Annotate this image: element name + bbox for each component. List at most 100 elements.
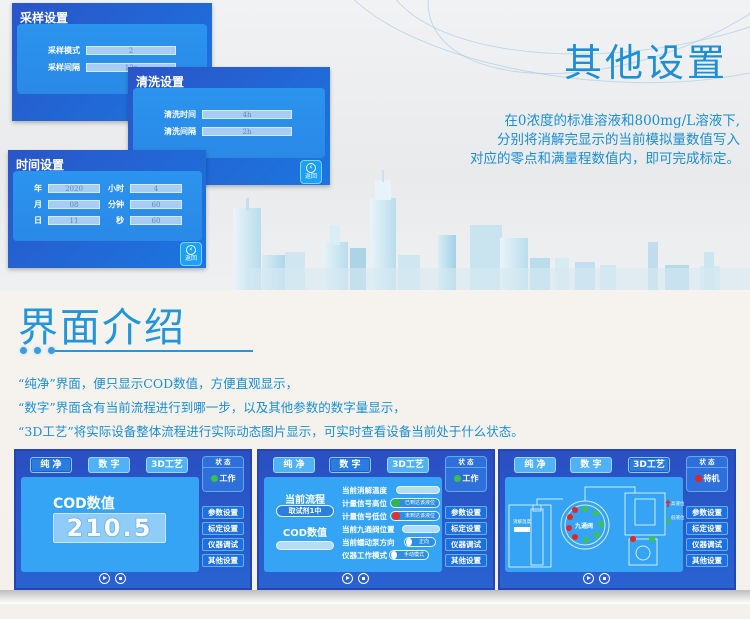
status-dot-icon xyxy=(210,475,218,482)
status-box: 状 态 工作 xyxy=(202,456,244,492)
status-dot-icon xyxy=(694,475,702,482)
cod-label: COD数值 xyxy=(282,528,328,539)
calibration-settings-button[interactable]: 标定设置 xyxy=(686,522,728,535)
digest-temp-field xyxy=(396,486,440,494)
digest-temp-label: 消解温度 xyxy=(513,520,531,525)
high-level-label: 高液位 xyxy=(671,502,685,507)
process-diagram: 消解温度 九通阀 高液位 低液位 xyxy=(505,477,685,572)
param-label: 计量信号高位 xyxy=(342,499,387,508)
description: 在0浓度的标准溶液和800mg/L溶液下, 分别将消解完显示的当前模拟量数值写入… xyxy=(470,113,740,167)
field-label: 采样模式 xyxy=(48,46,80,55)
instrument-debug-button[interactable]: 仪器调试 xyxy=(202,538,244,551)
high-level-indicator: 已到达该液位 xyxy=(390,498,440,508)
cod-value-display: 210.5 xyxy=(53,513,166,543)
screen-digital: 纯 净 数 字 3D工艺 状 态 工作 当前流程 取试剂1中 COD数值 当前消… xyxy=(257,449,495,590)
instrument-debug-button[interactable]: 仪器调试 xyxy=(445,538,487,551)
back-button[interactable]: ‹ 返回 xyxy=(180,242,202,266)
second-input[interactable]: 60 xyxy=(130,216,182,225)
screen-3d-process: 纯 净 数 字 3D工艺 状 态 待机 消解温度 九通阀 高液位 低液位 参数设… xyxy=(498,449,736,590)
other-settings-button[interactable]: 其他设置 xyxy=(202,554,244,567)
arrow-up-icon xyxy=(406,538,412,546)
tab-3d-process[interactable]: 3D工艺 xyxy=(387,457,429,473)
back-arrow-icon: ‹ xyxy=(186,245,196,255)
cod-value-field xyxy=(276,541,334,550)
stop-button[interactable] xyxy=(358,573,369,584)
hand-icon xyxy=(391,551,397,559)
calibration-settings-button[interactable]: 标定设置 xyxy=(202,522,244,535)
field-label: 小时 xyxy=(108,184,124,193)
flow-label: 当前流程 xyxy=(285,495,325,506)
divider xyxy=(55,350,253,352)
cleaning-time-input[interactable]: 4h xyxy=(202,110,292,119)
valve-position-field xyxy=(402,525,440,533)
check-icon xyxy=(392,499,400,507)
play-button[interactable] xyxy=(342,573,353,584)
arrow-up-icon xyxy=(665,499,671,507)
low-level-label: 低液位 xyxy=(671,516,685,521)
cod-label: COD数值 xyxy=(53,496,115,512)
tab-digital[interactable]: 数 字 xyxy=(88,457,130,473)
other-settings-button[interactable]: 其他设置 xyxy=(686,554,728,567)
stop-button[interactable] xyxy=(115,573,126,584)
field-label: 秒 xyxy=(116,216,124,225)
tab-pure[interactable]: 纯 净 xyxy=(514,457,556,473)
tab-3d-process[interactable]: 3D工艺 xyxy=(146,457,188,473)
tab-digital[interactable]: 数 字 xyxy=(570,457,612,473)
content-area: COD数值 210.5 xyxy=(21,477,199,572)
arrow-down-icon xyxy=(665,517,671,525)
shadow xyxy=(0,590,750,604)
no-entry-icon xyxy=(392,512,400,520)
pump-direction-indicator: 正向 xyxy=(404,537,436,547)
back-button[interactable]: ‹ 返回 xyxy=(300,160,322,184)
status-box: 状 态 工作 xyxy=(445,456,487,492)
decor-dots xyxy=(20,347,55,354)
play-button[interactable] xyxy=(583,573,594,584)
settings-banner: 采样设置 采样模式 2 采样间隔 12s 清洗设置 清洗时间 4h 清洗间隔 2… xyxy=(0,0,750,290)
calibration-settings-button[interactable]: 标定设置 xyxy=(445,522,487,535)
work-mode-indicator: 手动模式 xyxy=(389,550,429,560)
tab-pure[interactable]: 纯 净 xyxy=(273,457,315,473)
field-label: 日 xyxy=(34,216,42,225)
status-text: 工作 xyxy=(219,474,236,483)
nine-way-valve-label: 九通阀 xyxy=(575,523,594,530)
flow-value: 取试剂1中 xyxy=(276,505,334,517)
field-label: 年 xyxy=(34,184,42,193)
cleaning-interval-input[interactable]: 2h xyxy=(202,127,292,136)
content-area: 当前流程 取试剂1中 COD数值 当前消解温度 计量信号高位 已到达该液位 计量… xyxy=(264,477,442,572)
low-level-indicator: 未到达该液位 xyxy=(390,511,440,521)
intro-text: “纯净”界面，便只显示COD数值，方便直观显示， “数字”界面含有当前流程进行到… xyxy=(18,376,524,439)
param-label: 当前消解温度 xyxy=(342,486,387,495)
param-label: 当前蠕动泵方向 xyxy=(342,538,395,547)
tab-pure[interactable]: 纯 净 xyxy=(30,457,72,473)
other-settings-button[interactable]: 其他设置 xyxy=(445,554,487,567)
param-settings-button[interactable]: 参数设置 xyxy=(686,506,728,519)
play-button[interactable] xyxy=(99,573,110,584)
day-input[interactable]: 11 xyxy=(48,216,100,225)
field-label: 采样间隔 xyxy=(48,63,80,72)
param-settings-button[interactable]: 参数设置 xyxy=(445,506,487,519)
process-diagram-svg xyxy=(508,486,671,568)
section-title: 界面介绍 xyxy=(18,305,186,351)
back-arrow-icon: ‹ xyxy=(306,163,316,173)
status-box: 状 态 待机 xyxy=(686,456,728,492)
param-label: 当前九通阀位置 xyxy=(342,525,395,534)
status-dot-icon xyxy=(453,475,461,482)
year-input[interactable]: 2020 xyxy=(48,184,100,193)
field-label: 月 xyxy=(34,200,42,209)
instrument-debug-button[interactable]: 仪器调试 xyxy=(686,538,728,551)
sampling-mode-input[interactable]: 2 xyxy=(86,46,176,55)
tab-3d-process[interactable]: 3D工艺 xyxy=(628,457,670,473)
status-text: 待机 xyxy=(703,474,720,483)
hour-input[interactable]: 4 xyxy=(130,184,182,193)
minute-input[interactable]: 60 xyxy=(130,200,182,209)
field-label: 清洗时间 xyxy=(164,110,196,119)
field-label: 清洗间隔 xyxy=(164,127,196,136)
param-label: 计量信号低位 xyxy=(342,512,387,521)
digest-temp-field xyxy=(514,527,530,532)
month-input[interactable]: 08 xyxy=(48,200,100,209)
tab-digital[interactable]: 数 字 xyxy=(329,457,371,473)
param-settings-button[interactable]: 参数设置 xyxy=(202,506,244,519)
param-label: 仪器工作模式 xyxy=(342,551,387,560)
stop-button[interactable] xyxy=(599,573,610,584)
time-settings-panel: 时间设置 年 2020 小时 4 月 08 分钟 60 日 11 秒 60 ‹ … xyxy=(8,150,206,268)
